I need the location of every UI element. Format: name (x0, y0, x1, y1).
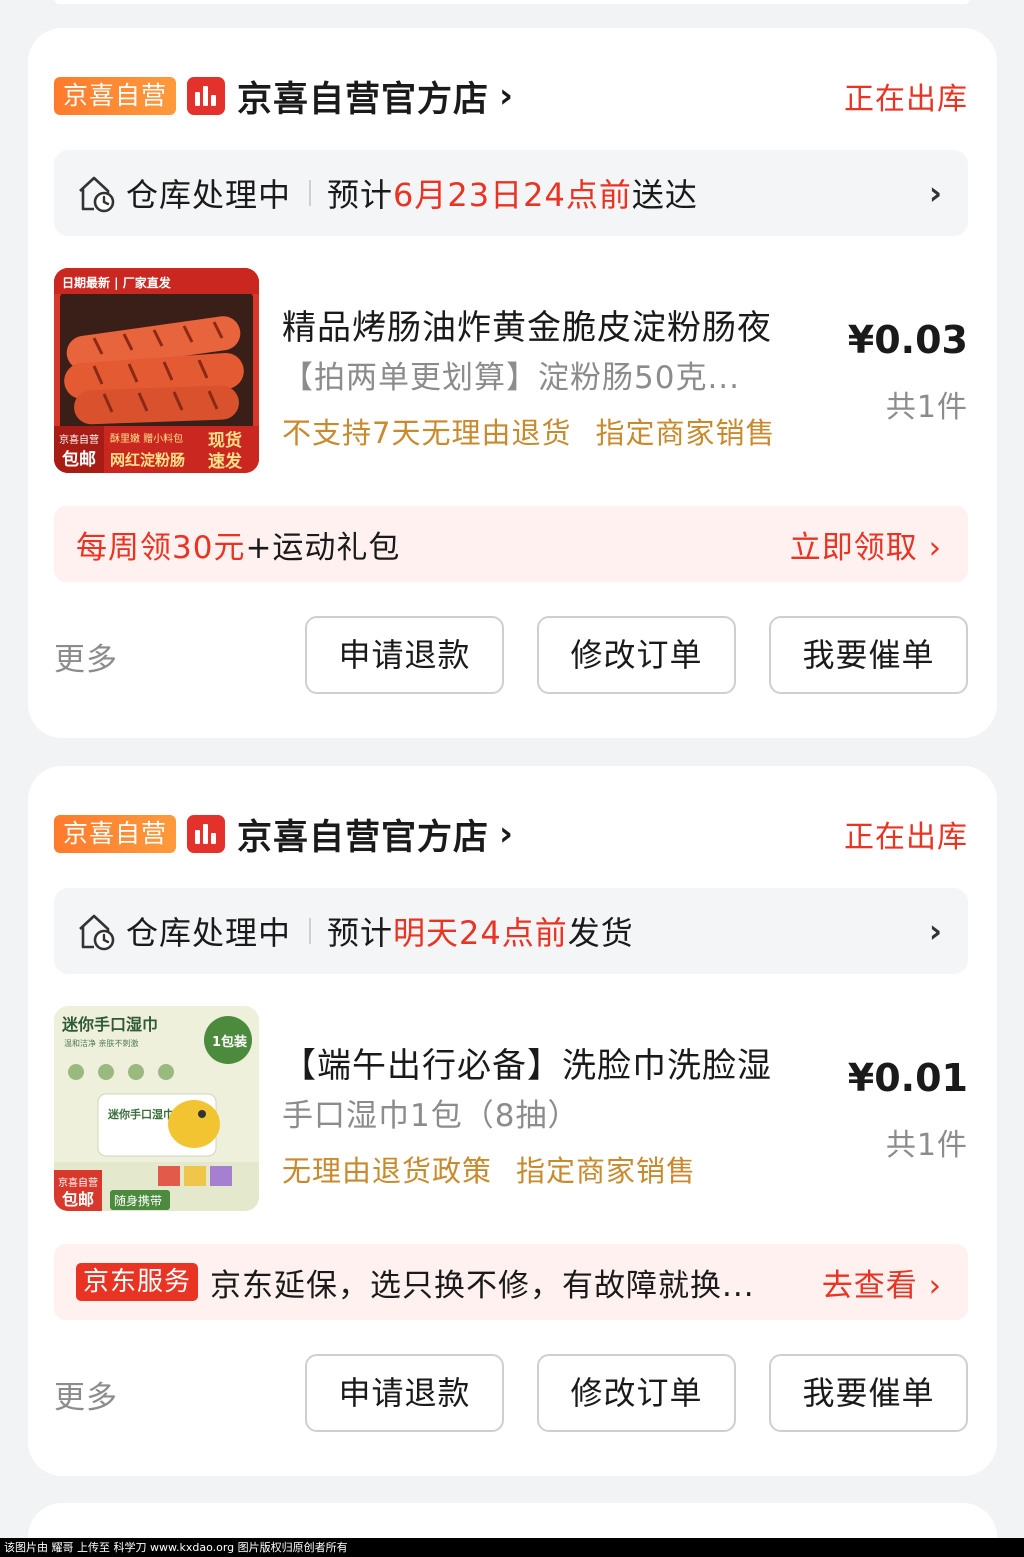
previous-card-edge (55, 0, 969, 4)
seller-tag: 指定商家销售 (595, 416, 776, 450)
logistics-bar[interactable]: 仓库处理中 预计明天24点前发货 › (54, 888, 968, 974)
modify-order-button[interactable]: 修改订单 (537, 1354, 736, 1432)
svg-text:随身携带: 随身携带 (114, 1193, 162, 1208)
product-spec: 【拍两单更划算】淀粉肠50克... (282, 360, 741, 396)
shop-type-badge: 京喜自营 (54, 815, 177, 853)
order-card: 京喜自营 京喜自营官方店 › 正在出库 仓库处理中 预计明天24点前发货 › 迷… (28, 766, 997, 1476)
urge-order-button[interactable]: 我要催单 (769, 616, 968, 694)
promo-banner[interactable]: 每周领30元+运动礼包 立即领取 › (54, 506, 968, 582)
grilled-sausage-product-image: 日期最新 | 厂家直发 京喜自营 包邮 酥里嫩 赠小料包 网红淀粉肠 现货 速发 (54, 268, 259, 473)
svg-text:包邮: 包邮 (62, 449, 96, 470)
urge-order-button[interactable]: 我要催单 (769, 1354, 968, 1432)
return-policy-tag: 无理由退货政策 (282, 1154, 493, 1188)
product-image[interactable]: 日期最新 | 厂家直发 京喜自营 包邮 酥里嫩 赠小料包 网红淀粉肠 现货 速发 (54, 268, 259, 473)
logistics-bar[interactable]: 仓库处理中 预计6月23日24点前送达 › (54, 150, 968, 236)
return-policy-tag: 不支持7天无理由退货 (282, 416, 572, 450)
product-quantity: 共1件 (885, 390, 968, 425)
chevron-right-icon: › (928, 174, 942, 212)
shop-type-badge: 京喜自营 (54, 77, 177, 115)
order-actions: 更多 申请退款 修改订单 我要催单 (54, 1354, 968, 1432)
order-actions: 更多 申请退款 修改订单 我要催单 (54, 616, 968, 694)
svg-text:迷你手口湿巾: 迷你手口湿巾 (107, 1107, 174, 1121)
svg-text:京喜自营: 京喜自营 (58, 1176, 98, 1189)
svg-text:日期最新 | 厂家直发: 日期最新 | 厂家直发 (62, 275, 172, 290)
svg-text:酥里嫩 赠小料包: 酥里嫩 赠小料包 (110, 432, 183, 445)
svg-text:网红淀粉肠: 网红淀粉肠 (110, 451, 185, 469)
shop-name[interactable]: 京喜自营官方店 (237, 809, 489, 860)
svg-text:京喜自营: 京喜自营 (59, 433, 99, 446)
refund-button[interactable]: 申请退款 (305, 1354, 504, 1432)
divider (309, 918, 312, 944)
refund-button[interactable]: 申请退款 (305, 616, 504, 694)
shop-logo-icon (187, 77, 226, 115)
svg-text:现货: 现货 (208, 430, 242, 451)
product-title[interactable]: 精品烤肠油炸黄金脆皮淀粉肠夜 (282, 300, 822, 349)
promo-text: 每周领30元+运动礼包 (76, 529, 401, 566)
order-status: 正在出库 (844, 82, 968, 117)
warehouse-clock-icon (79, 176, 115, 213)
delivery-eta: 预计明天24点前发货 (327, 914, 634, 952)
shop-header[interactable]: 京喜自营 京喜自营官方店 › 正在出库 (54, 74, 968, 120)
product-quantity: 共1件 (885, 1128, 968, 1163)
product-item[interactable]: 日期最新 | 厂家直发 京喜自营 包邮 酥里嫩 赠小料包 网红淀粉肠 现货 速发… (54, 268, 968, 474)
more-button[interactable]: 更多 (54, 1372, 118, 1417)
delivery-eta: 预计6月23日24点前送达 (327, 176, 698, 214)
modify-order-button[interactable]: 修改订单 (537, 616, 736, 694)
chevron-right-icon: › (499, 76, 514, 116)
view-link[interactable]: 去查看 › (822, 1260, 942, 1305)
warehouse-clock-icon (79, 914, 115, 951)
order-card: 京喜自营 京喜自营官方店 › 正在出库 仓库处理中 预计6月23日24点前送达 … (28, 28, 997, 738)
seller-tag: 指定商家销售 (516, 1154, 697, 1188)
service-banner[interactable]: 京东服务 京东延保，选只换不修，有故障就换... 去查看 › (54, 1244, 968, 1320)
promo-text: 京东延保，选只换不修，有故障就换... (210, 1267, 755, 1304)
logistics-status: 仓库处理中 (126, 914, 292, 952)
logistics-status: 仓库处理中 (126, 176, 292, 214)
svg-text:速发: 速发 (208, 451, 243, 472)
chevron-right-icon: › (928, 912, 942, 950)
product-title[interactable]: 【端午出行必备】洗脸巾洗脸湿 (282, 1038, 822, 1087)
product-item[interactable]: 迷你手口湿巾 温和洁净 亲肤不刺激 1包装 迷你手口湿巾 京喜自营 包邮 随身携… (54, 1006, 968, 1212)
divider (309, 180, 312, 206)
wet-wipes-product-image: 迷你手口湿巾 温和洁净 亲肤不刺激 1包装 迷你手口湿巾 京喜自营 包邮 随身携… (54, 1006, 259, 1211)
product-image[interactable]: 迷你手口湿巾 温和洁净 亲肤不刺激 1包装 迷你手口湿巾 京喜自营 包邮 随身携… (54, 1006, 259, 1211)
shop-header[interactable]: 京喜自营 京喜自营官方店 › 正在出库 (54, 812, 968, 858)
shop-name[interactable]: 京喜自营官方店 (237, 71, 489, 122)
shop-logo-icon (187, 815, 226, 853)
order-status: 正在出库 (844, 820, 968, 855)
claim-link[interactable]: 立即领取 › (790, 522, 942, 567)
product-price: ¥0.01 (847, 1056, 968, 1100)
product-price: ¥0.03 (847, 318, 968, 362)
product-tags: 不支持7天无理由退货 指定商家销售 (282, 410, 775, 452)
product-spec: 手口湿巾1包（8抽） (282, 1098, 580, 1134)
more-button[interactable]: 更多 (54, 634, 118, 679)
chevron-right-icon: › (499, 814, 514, 854)
svg-text:1包装: 1包装 (212, 1034, 247, 1050)
watermark-bar: 该图片由 耀哥 上传至 科学刀 www.kxdao.org 图片版权归原创者所有 (0, 1538, 1024, 1557)
jd-service-badge: 京东服务 (76, 1263, 199, 1301)
svg-text:迷你手口湿巾: 迷你手口湿巾 (61, 1015, 158, 1034)
svg-text:温和洁净 亲肤不刺激: 温和洁净 亲肤不刺激 (64, 1038, 139, 1048)
product-tags: 无理由退货政策 指定商家销售 (282, 1148, 696, 1190)
svg-text:包邮: 包邮 (62, 1190, 94, 1209)
